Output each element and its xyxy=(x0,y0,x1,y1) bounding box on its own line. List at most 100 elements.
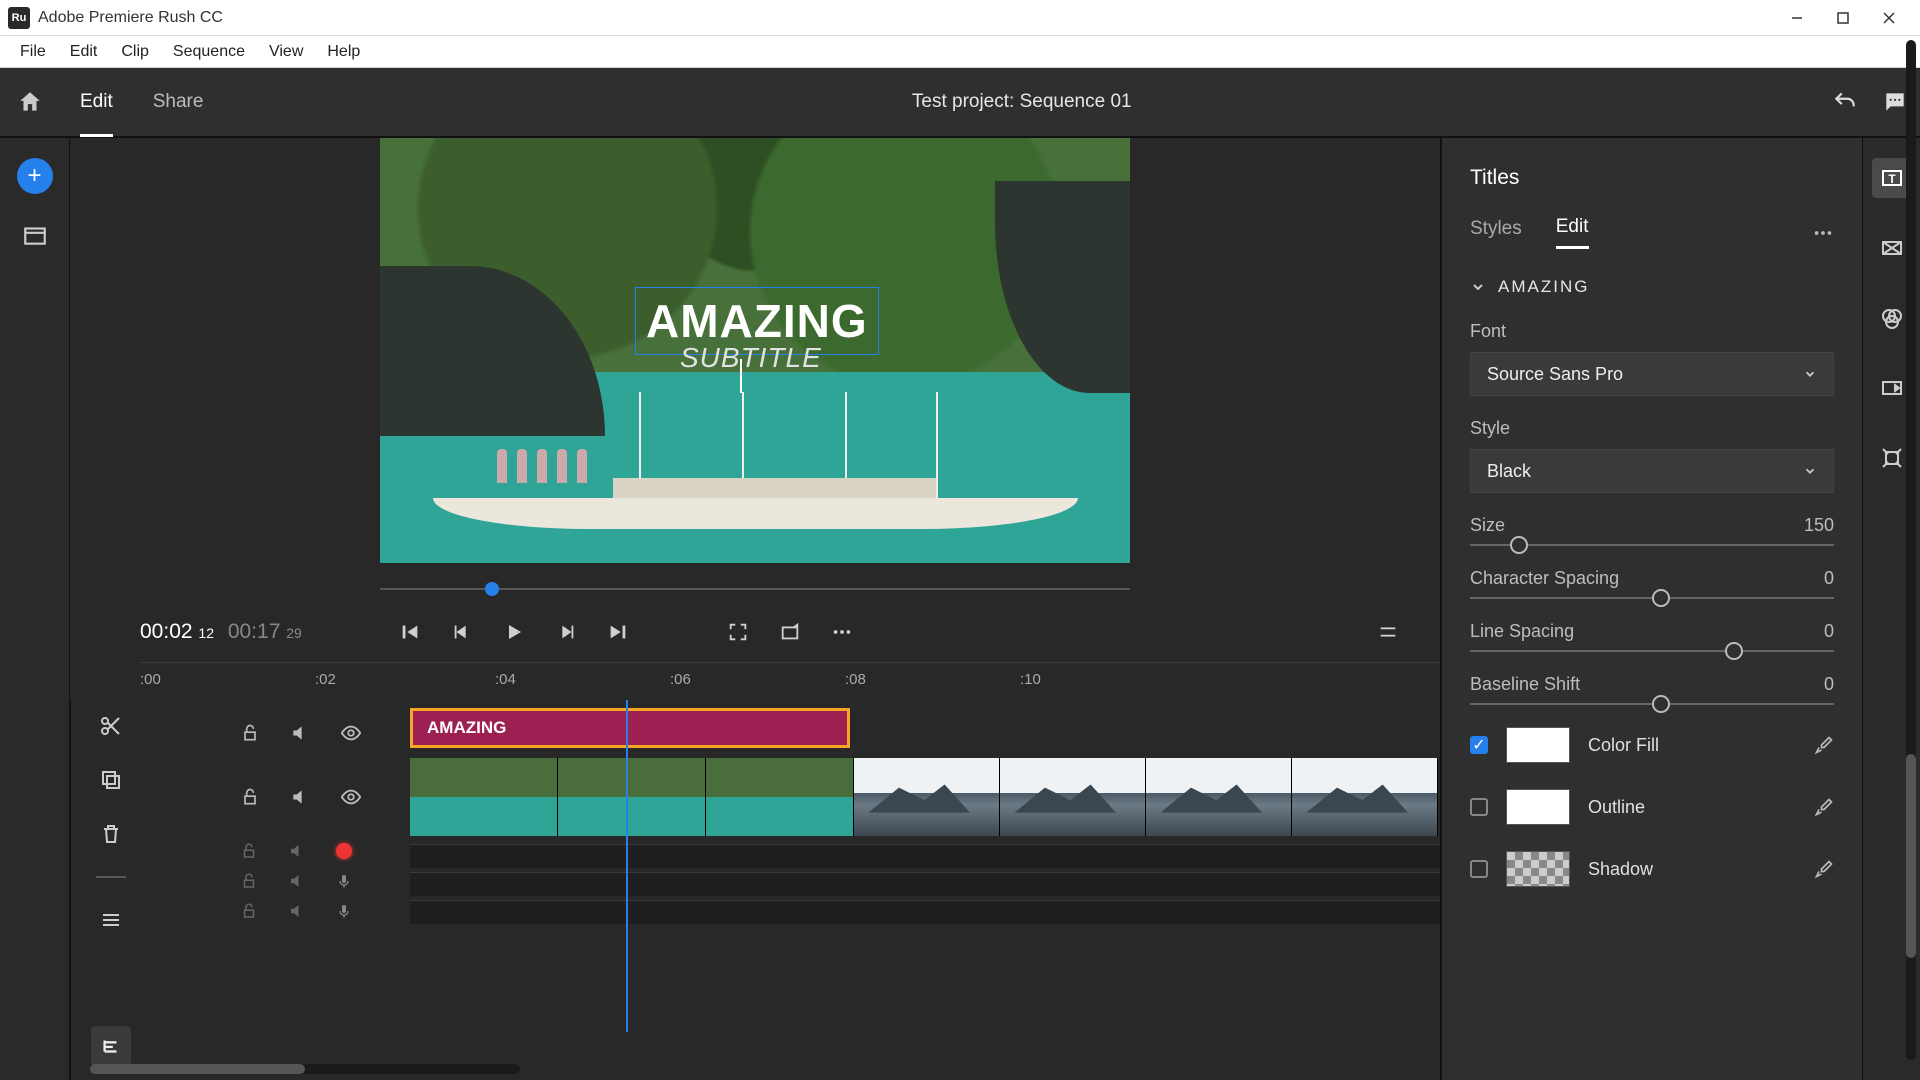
character-spacing-slider[interactable]: Character Spacing0 xyxy=(1470,568,1834,599)
visibility-icon[interactable] xyxy=(340,786,362,808)
menu-edit[interactable]: Edit xyxy=(58,39,110,65)
tab-edit[interactable]: Edit xyxy=(60,67,133,137)
line-spacing-slider[interactable]: Line Spacing0 xyxy=(1470,621,1834,652)
title-subtitle-text[interactable]: SUBTITLE xyxy=(680,342,822,374)
clip-thumbnail[interactable] xyxy=(410,758,558,836)
track-area[interactable]: AMAZING xyxy=(410,700,1440,1080)
track-size-button[interactable] xyxy=(99,908,123,932)
menu-file[interactable]: File xyxy=(8,39,58,65)
mute-icon[interactable] xyxy=(290,787,310,807)
menu-view[interactable]: View xyxy=(257,39,315,65)
lock-icon[interactable] xyxy=(240,787,260,807)
home-button[interactable] xyxy=(0,89,60,115)
mute-icon[interactable] xyxy=(288,872,306,890)
font-select[interactable]: Source Sans Pro xyxy=(1470,352,1834,396)
outline-swatch[interactable] xyxy=(1506,789,1570,825)
project-panel-button[interactable] xyxy=(22,222,48,248)
expand-tracks-button[interactable] xyxy=(91,1026,131,1066)
mute-icon[interactable] xyxy=(288,842,306,860)
slider-handle[interactable] xyxy=(1510,536,1528,554)
clip-thumbnail[interactable] xyxy=(558,758,706,836)
clip-thumbnail[interactable] xyxy=(1146,758,1292,836)
timeline-scrollbar[interactable] xyxy=(90,1064,520,1074)
scrubber-handle[interactable] xyxy=(485,582,499,596)
scrollbar-thumb[interactable] xyxy=(1906,754,1916,958)
menu-clip[interactable]: Clip xyxy=(109,39,161,65)
eyedropper-icon[interactable] xyxy=(1814,859,1834,879)
shadow-swatch[interactable] xyxy=(1506,851,1570,887)
timecode: 00:02 12 00:17 29 xyxy=(140,620,302,644)
preview-scrubber[interactable] xyxy=(380,578,1130,602)
color-fill-checkbox[interactable]: ✓ xyxy=(1470,736,1488,754)
maximize-button[interactable] xyxy=(1820,0,1866,36)
step-forward-button[interactable] xyxy=(544,610,588,654)
style-select[interactable]: Black xyxy=(1470,449,1834,493)
minimize-button[interactable] xyxy=(1774,0,1820,36)
font-value: Source Sans Pro xyxy=(1487,364,1623,385)
scrollbar-thumb[interactable] xyxy=(90,1064,305,1074)
go-to-start-button[interactable] xyxy=(388,610,432,654)
inspector-panel: Titles Styles Edit AMAZING Font Source S… xyxy=(1440,138,1920,1080)
play-button[interactable] xyxy=(492,610,536,654)
close-button[interactable] xyxy=(1866,0,1912,36)
add-media-button[interactable]: + xyxy=(17,158,53,194)
app-bar: Edit Share Test project: Sequence 01 xyxy=(0,68,1920,138)
audio-track-2[interactable] xyxy=(410,872,1440,896)
eyedropper-icon[interactable] xyxy=(1814,797,1834,817)
panel-scrollbar[interactable] xyxy=(1906,40,1916,1060)
menu-sequence[interactable]: Sequence xyxy=(161,39,257,65)
lock-icon[interactable] xyxy=(240,872,258,890)
audio-track-3[interactable] xyxy=(410,900,1440,924)
visibility-icon[interactable] xyxy=(340,722,362,744)
size-slider[interactable]: Size150 xyxy=(1470,515,1834,546)
lock-icon[interactable] xyxy=(240,842,258,860)
lock-icon[interactable] xyxy=(240,902,258,920)
timeline-ruler[interactable]: :00 :02 :04 :06 :08 :10 xyxy=(140,662,1440,700)
title-clip[interactable]: AMAZING xyxy=(410,708,850,748)
tab-share[interactable]: Share xyxy=(133,67,224,137)
go-to-end-button[interactable] xyxy=(596,610,640,654)
slider-handle[interactable] xyxy=(1725,642,1743,660)
undo-button[interactable] xyxy=(1820,89,1870,115)
clip-thumbnail[interactable] xyxy=(1292,758,1438,836)
slider-handle[interactable] xyxy=(1652,695,1670,713)
timeline-options-button[interactable] xyxy=(1366,610,1410,654)
color-fill-swatch[interactable] xyxy=(1506,727,1570,763)
ruler-mark: :02 xyxy=(315,671,336,688)
menu-help[interactable]: Help xyxy=(315,39,372,65)
mic-icon[interactable] xyxy=(336,873,352,889)
lock-icon[interactable] xyxy=(240,723,260,743)
mute-icon[interactable] xyxy=(290,723,310,743)
playhead[interactable] xyxy=(626,700,628,1032)
clip-thumbnail[interactable] xyxy=(706,758,854,836)
mic-icon[interactable] xyxy=(336,903,352,919)
eyedropper-icon[interactable] xyxy=(1814,735,1834,755)
mute-icon[interactable] xyxy=(288,902,306,920)
baseline-shift-slider[interactable]: Baseline Shift0 xyxy=(1470,674,1834,705)
track-headers xyxy=(150,700,410,1080)
panel-tabs: Styles Edit xyxy=(1470,216,1854,249)
scissors-tool[interactable] xyxy=(99,714,123,738)
outline-checkbox[interactable] xyxy=(1470,798,1488,816)
panel-more-button[interactable] xyxy=(1812,222,1834,244)
delete-tool[interactable] xyxy=(99,822,123,846)
program-monitor[interactable]: AMAZING SUBTITLE xyxy=(380,138,1130,563)
loop-button[interactable] xyxy=(768,610,812,654)
more-playback-button[interactable] xyxy=(820,610,864,654)
fullscreen-button[interactable] xyxy=(716,610,760,654)
panel-tab-edit[interactable]: Edit xyxy=(1556,216,1589,249)
stage: AMAZING SUBTITLE 00:02 12 00:17 29 xyxy=(70,138,1440,1080)
font-label: Font xyxy=(1470,321,1854,342)
step-back-button[interactable] xyxy=(440,610,484,654)
section-header[interactable]: AMAZING xyxy=(1470,277,1854,297)
record-icon[interactable] xyxy=(336,843,352,859)
clip-thumbnail[interactable] xyxy=(854,758,1000,836)
audio-track-1[interactable] xyxy=(410,844,1440,868)
panel-tab-styles[interactable]: Styles xyxy=(1470,218,1522,248)
video-track[interactable] xyxy=(410,758,1440,836)
duplicate-tool[interactable] xyxy=(99,768,123,792)
shadow-checkbox[interactable] xyxy=(1470,860,1488,878)
chevron-down-icon xyxy=(1470,279,1486,295)
clip-thumbnail[interactable] xyxy=(1000,758,1146,836)
slider-handle[interactable] xyxy=(1652,589,1670,607)
